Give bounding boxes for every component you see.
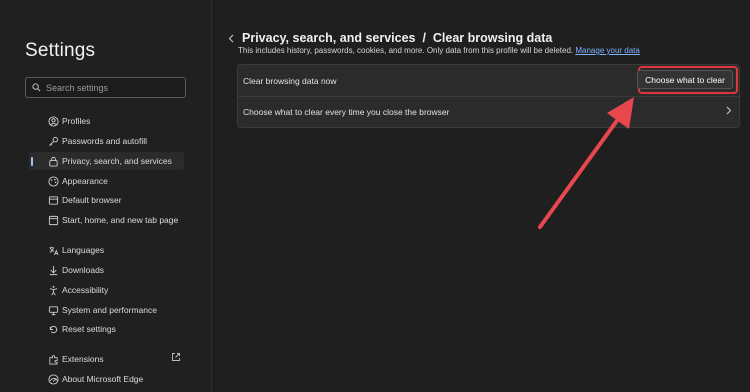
- sidebar-item-accessibility[interactable]: Accessibility: [29, 281, 184, 299]
- search-box[interactable]: [25, 77, 186, 98]
- search-icon: [32, 83, 41, 92]
- sidebar-item-passwords[interactable]: Passwords and autofill: [29, 132, 184, 150]
- settings-title: Settings: [25, 40, 96, 61]
- accessibility-icon: [46, 283, 60, 297]
- sidebar-item-label: Appearance: [62, 176, 108, 186]
- sidebar-item-label: Passwords and autofill: [62, 136, 148, 146]
- sidebar-item-label: Reset settings: [62, 324, 116, 334]
- sidebar-item-appearance[interactable]: Appearance: [29, 172, 184, 190]
- annotation-arrow: [538, 97, 634, 229]
- sidebar-item-downloads[interactable]: Downloads: [29, 261, 184, 279]
- sidebar-item-label: Downloads: [62, 265, 105, 275]
- system-icon: [46, 303, 60, 317]
- sidebar-item-label: About Microsoft Edge: [62, 374, 144, 384]
- sidebar-item-label: Languages: [62, 245, 105, 255]
- lock-icon: [46, 154, 60, 168]
- key-icon: [46, 134, 60, 148]
- sidebar: Settings Profiles Passwords and autofill…: [0, 0, 212, 392]
- reset-icon: [46, 322, 60, 336]
- appearance-icon: [46, 174, 60, 188]
- browser-icon: [46, 193, 60, 207]
- sidebar-item-label: System and performance: [62, 305, 157, 315]
- languages-icon: [46, 243, 60, 257]
- search-input[interactable]: [46, 82, 176, 93]
- external-link-icon[interactable]: [171, 352, 181, 364]
- sidebar-item-privacy[interactable]: Privacy, search, and services: [29, 152, 184, 170]
- download-icon: [46, 263, 60, 277]
- sidebar-item-profiles[interactable]: Profiles: [29, 112, 184, 130]
- sidebar-item-label: Default browser: [62, 195, 122, 205]
- sidebar-item-about[interactable]: About Microsoft Edge: [29, 370, 184, 388]
- sidebar-item-label: Profiles: [62, 116, 91, 126]
- extensions-icon: [46, 352, 60, 366]
- sidebar-item-label: Extensions: [62, 354, 104, 364]
- main-content: Privacy, search, and services / Clear br…: [211, 0, 750, 392]
- sidebar-item-system[interactable]: System and performance: [29, 301, 184, 319]
- sidebar-item-default-browser[interactable]: Default browser: [29, 191, 184, 209]
- sidebar-item-start-home[interactable]: Start, home, and new tab page: [29, 211, 184, 229]
- sidebar-item-label: Start, home, and new tab page: [62, 215, 179, 225]
- sidebar-item-label: Accessibility: [62, 285, 109, 295]
- sidebar-item-languages[interactable]: Languages: [29, 241, 184, 259]
- active-indicator: [31, 157, 33, 166]
- sidebar-item-extensions[interactable]: Extensions: [29, 350, 184, 368]
- home-icon: [46, 213, 60, 227]
- edge-icon: [46, 372, 60, 386]
- sidebar-item-reset[interactable]: Reset settings: [29, 320, 184, 338]
- profile-icon: [46, 114, 60, 128]
- sidebar-item-label: Privacy, search, and services: [62, 156, 172, 166]
